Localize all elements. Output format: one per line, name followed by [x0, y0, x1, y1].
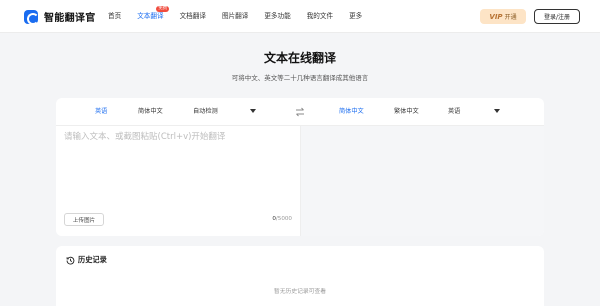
translator-card: 英语 简体中文 自动检测 简体中文 繁体中文 英语 上传图片 0/5000: [56, 98, 544, 236]
source-lang-caret-down-icon[interactable]: [250, 109, 256, 113]
source-text-input[interactable]: [64, 130, 292, 202]
target-lang-caret-down-icon[interactable]: [494, 109, 500, 113]
brand-name: 智能翻译官: [44, 13, 96, 24]
vip-label: 开通: [504, 14, 517, 21]
history-card: 历史记录 暂无历史记录可查看: [56, 246, 544, 306]
history-title: 历史记录: [78, 255, 107, 264]
upload-image-button[interactable]: 上传图片: [64, 213, 104, 226]
translation-output-pane: [300, 126, 544, 236]
main-nav: 首页 文本翻译 免费 文档翻译 图片翻译 更多功能 我的文件 更多: [108, 0, 378, 33]
swap-arrows-icon[interactable]: [295, 107, 305, 117]
char-count-max: /5000: [275, 216, 292, 222]
vip-mark: VIP: [489, 12, 503, 21]
nav-item-home[interactable]: 首页: [108, 0, 121, 33]
char-counter: 0/5000: [272, 216, 292, 222]
target-lang-english[interactable]: 英语: [448, 98, 460, 126]
language-bar: 英语 简体中文 自动检测 简体中文 繁体中文 英语: [56, 98, 544, 126]
source-lang-auto-detect[interactable]: 自动检测: [193, 98, 218, 126]
page-title: 文本在线翻译: [263, 51, 336, 65]
nav-item-more-features[interactable]: 更多功能: [264, 0, 290, 33]
page-subtitle: 可将中文、英文等二十几种语言翻译成其他语言: [231, 74, 369, 82]
free-badge: 免费: [156, 6, 170, 12]
nav-item-doc-translate[interactable]: 文档翻译: [180, 0, 206, 33]
nav-item-more[interactable]: 更多: [349, 0, 362, 33]
nav-item-image-translate[interactable]: 图片翻译: [222, 0, 248, 33]
vip-button[interactable]: VIP 开通: [480, 9, 526, 24]
target-lang-chinese[interactable]: 简体中文: [339, 98, 364, 126]
source-pane: 上传图片 0/5000: [56, 126, 300, 236]
source-lang-chinese[interactable]: 简体中文: [138, 98, 163, 126]
logo[interactable]: 智能翻译官: [24, 9, 96, 25]
clock-history-icon: [66, 256, 75, 265]
source-lang-english[interactable]: 英语: [95, 98, 107, 126]
history-empty-text: 暂无历史记录可查看: [273, 289, 327, 295]
nav-item-text-translate[interactable]: 文本翻译 免费: [137, 0, 170, 33]
history-header: 历史记录: [66, 255, 107, 265]
nav-item-my-files[interactable]: 我的文件: [307, 0, 333, 33]
target-lang-traditional-chinese[interactable]: 繁体中文: [394, 98, 419, 126]
login-register-button[interactable]: 登录/注册: [534, 9, 580, 24]
top-header: 智能翻译官 首页 文本翻译 免费 文档翻译 图片翻译 更多功能 我的文件 更多 …: [0, 0, 600, 33]
translate-logo-icon: [24, 9, 39, 25]
nav-item-label: 文本翻译: [137, 12, 164, 20]
